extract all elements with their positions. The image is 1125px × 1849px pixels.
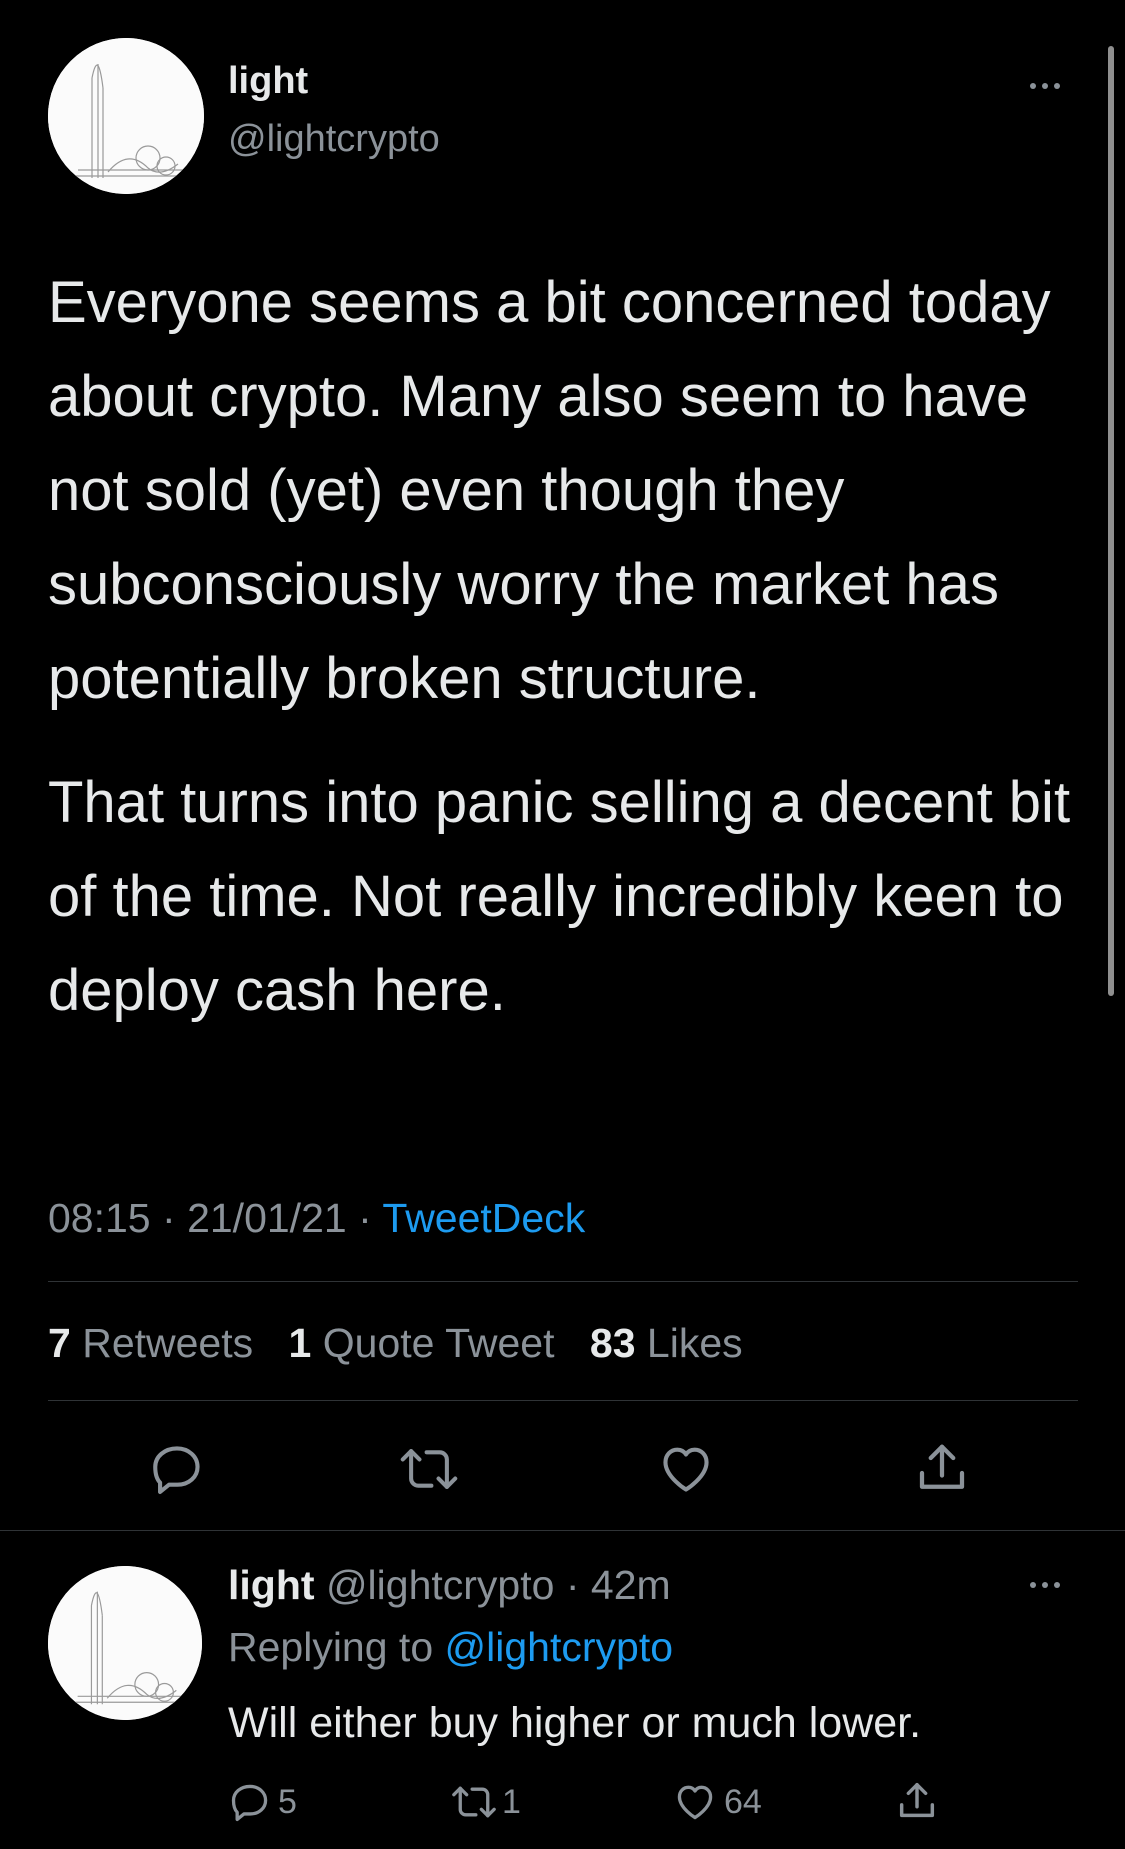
tweet-meta: 08:15 · 21/01/21 · TweetDeck: [48, 1195, 585, 1242]
like-icon: [663, 1447, 709, 1492]
dot-icon: [1054, 1582, 1060, 1588]
quotes-count: 1: [288, 1320, 312, 1366]
reply-like-button[interactable]: 64: [672, 1780, 762, 1824]
dot-icon: [1042, 83, 1048, 89]
more-options-button[interactable]: [1030, 83, 1060, 89]
divider: [48, 1281, 1078, 1282]
share-icon: [899, 1782, 935, 1818]
reply-count: 5: [278, 1782, 297, 1821]
reply-like-count: 64: [724, 1782, 762, 1821]
retweet-button[interactable]: [398, 1440, 460, 1498]
tweet-date: 21/01/21: [187, 1195, 347, 1241]
likes-label: Likes: [646, 1320, 743, 1366]
reply-icon: [153, 1446, 200, 1495]
tweet-time: 08:15: [48, 1195, 151, 1241]
avatar-image: [48, 38, 204, 194]
reply-more-options-button[interactable]: [1030, 1582, 1060, 1588]
separator: ·: [162, 1195, 176, 1241]
avatar-image: [48, 1566, 202, 1720]
dot-icon: [1042, 1582, 1048, 1588]
reply-avatar[interactable]: [48, 1566, 202, 1720]
share-icon: [919, 1444, 965, 1489]
avatar[interactable]: [48, 38, 204, 194]
tweet-text: Everyone seems a bit concerned today abo…: [48, 256, 1088, 1038]
like-icon: [677, 1785, 713, 1820]
separator: ·: [358, 1195, 372, 1241]
author-handle[interactable]: @lightcrypto: [228, 118, 440, 161]
reply-reply-button[interactable]: 5: [228, 1780, 297, 1824]
separator: ·: [565, 1562, 580, 1608]
reply-share-button[interactable]: [894, 1778, 940, 1824]
divider: [48, 1400, 1078, 1401]
reply-author-name[interactable]: light: [228, 1562, 315, 1608]
retweets-count: 7: [48, 1320, 71, 1366]
retweets-label: Retweets: [82, 1320, 254, 1366]
author-name[interactable]: light: [228, 60, 308, 103]
tweet-paragraph-1: Everyone seems a bit concerned today abo…: [48, 270, 1051, 711]
replying-to-handle[interactable]: @lightcrypto: [445, 1624, 673, 1670]
retweets-stat[interactable]: 7 Retweets: [48, 1320, 253, 1366]
tweet-source-link[interactable]: TweetDeck: [382, 1195, 585, 1241]
reply-icon: [231, 1784, 268, 1822]
reply-retweet-button[interactable]: 1: [450, 1780, 521, 1824]
retweet-icon: [452, 1786, 496, 1818]
scrollbar[interactable]: [1108, 46, 1114, 996]
tweet-paragraph-2: That turns into panic selling a decent b…: [48, 770, 1071, 1023]
replying-to-label: Replying to: [228, 1624, 434, 1670]
reply-age: 42m: [590, 1562, 671, 1608]
quotes-label: Quote Tweet: [322, 1320, 555, 1366]
reply-author-handle[interactable]: @lightcrypto: [326, 1562, 554, 1608]
quotes-stat[interactable]: 1 Quote Tweet: [289, 1320, 555, 1366]
likes-count: 83: [589, 1320, 636, 1366]
dot-icon: [1030, 83, 1036, 89]
dot-icon: [1054, 83, 1060, 89]
likes-stat[interactable]: 83 Likes: [590, 1320, 743, 1366]
replying-to: Replying to @lightcrypto: [228, 1624, 673, 1671]
reply-header: light @lightcrypto · 42m: [228, 1562, 671, 1609]
reply-text: Will either buy higher or much lower.: [228, 1699, 922, 1747]
reply-button[interactable]: [148, 1440, 206, 1498]
divider: [0, 1530, 1125, 1531]
share-button[interactable]: [912, 1438, 972, 1498]
retweet-icon: [400, 1449, 458, 1489]
reply-retweet-count: 1: [502, 1782, 521, 1821]
like-button[interactable]: [656, 1440, 716, 1498]
dot-icon: [1030, 1582, 1036, 1588]
tweet-stats: 7 Retweets 1 Quote Tweet 83 Likes: [48, 1320, 743, 1367]
